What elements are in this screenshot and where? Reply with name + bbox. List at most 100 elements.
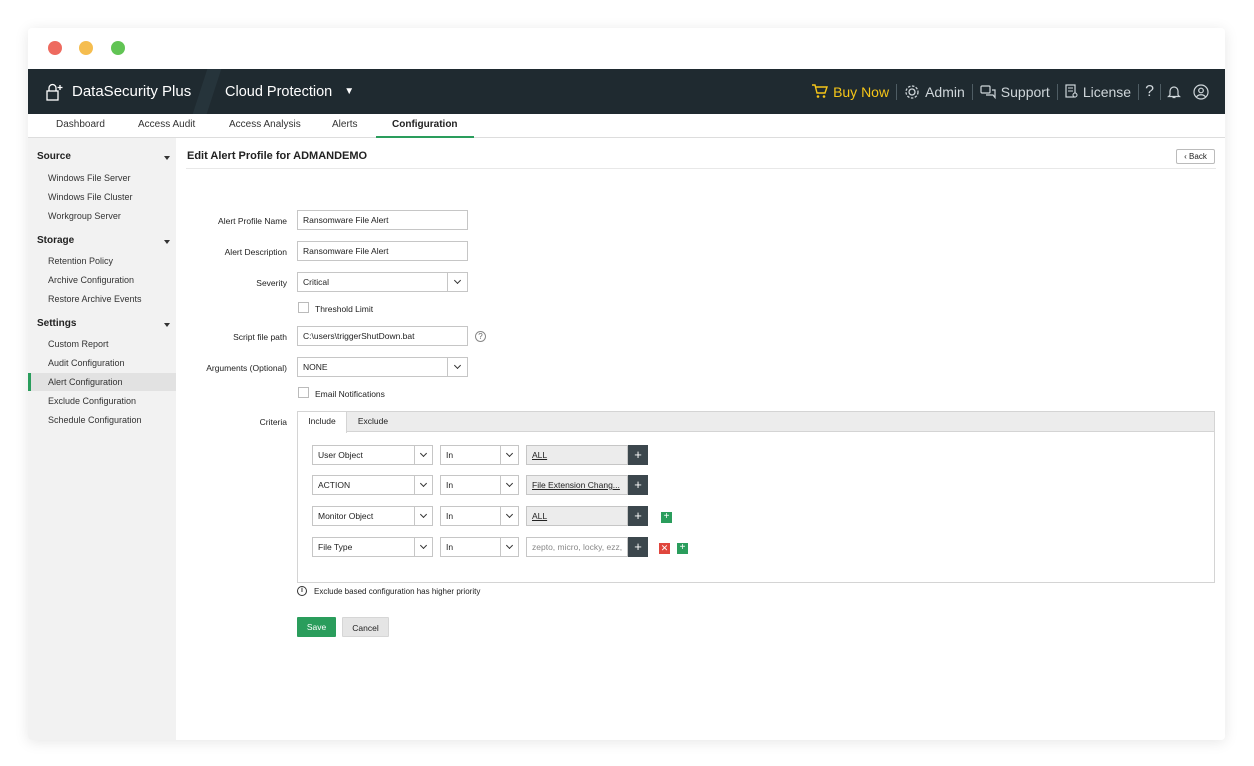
module-name: Cloud Protection	[225, 83, 333, 100]
tab-alerts[interactable]: Alerts	[332, 114, 358, 138]
back-label: Back	[1189, 152, 1207, 161]
save-button[interactable]: Save	[297, 617, 336, 637]
sidebar-item-alert-configuration[interactable]: Alert Configuration	[48, 377, 123, 387]
cart-icon	[812, 84, 829, 98]
bell-icon[interactable]	[1161, 84, 1187, 99]
sidebar-item-retention-policy[interactable]: Retention Policy	[48, 256, 113, 266]
criteria-operator-value: In	[446, 542, 454, 552]
add-value-button[interactable]: +	[628, 537, 648, 557]
help-icon[interactable]: ?	[1139, 83, 1160, 101]
help-icon[interactable]: ?	[475, 331, 486, 342]
chevron-down-icon	[447, 358, 467, 376]
criteria-operator-select[interactable]: In	[440, 506, 519, 526]
license-icon	[1065, 84, 1078, 98]
criteria-value-field[interactable]: File Extension Chang...	[526, 475, 628, 495]
top-bar: DataSecurity Plus Cloud Protection ▼ Buy…	[28, 69, 1225, 114]
priority-note: Exclude based configuration has higher p…	[314, 587, 481, 596]
criteria-tabs: Include Exclude	[298, 412, 1214, 433]
add-value-button[interactable]: +	[628, 445, 648, 465]
severity-value: Critical	[303, 277, 329, 287]
tab-include[interactable]: Include	[298, 412, 347, 433]
criteria-value-field[interactable]: ALL	[526, 445, 628, 465]
license-label: License	[1082, 83, 1132, 100]
criteria-field-select[interactable]: File Type	[312, 537, 433, 557]
threshold-label: Threshold Limit	[315, 304, 374, 314]
caret-down-icon: ▼	[344, 86, 355, 97]
add-value-button[interactable]: +	[628, 475, 648, 495]
description-input[interactable]: Ransomware File Alert	[297, 241, 468, 261]
admin-link[interactable]: Admin	[897, 84, 972, 100]
sidebar-item-audit-configuration[interactable]: Audit Configuration	[48, 358, 125, 368]
chevron-down-icon	[447, 273, 467, 291]
tab-configuration[interactable]: Configuration	[376, 114, 474, 138]
lock-icon	[46, 83, 63, 101]
sidebar-section-source[interactable]: Source	[37, 151, 71, 162]
chevron-down-icon	[414, 476, 432, 494]
sidebar-item-schedule-configuration[interactable]: Schedule Configuration	[48, 415, 142, 425]
tab-dashboard[interactable]: Dashboard	[56, 114, 105, 138]
sidebar-item-custom-report[interactable]: Custom Report	[48, 339, 109, 349]
criteria-field-select[interactable]: ACTION	[312, 475, 433, 495]
email-notifications-checkbox[interactable]	[298, 387, 309, 398]
sidebar-section-settings[interactable]: Settings	[37, 318, 76, 329]
main-nav: Dashboard Access Audit Access Analysis A…	[28, 114, 1225, 138]
severity-select[interactable]: Critical	[297, 272, 468, 292]
minimize-window-button[interactable]	[79, 41, 93, 55]
admin-label: Admin	[925, 83, 965, 100]
user-avatar-icon[interactable]	[1187, 83, 1215, 100]
tab-exclude[interactable]: Exclude	[347, 412, 399, 432]
license-link[interactable]: License	[1058, 84, 1138, 100]
chevron-down-icon	[500, 476, 518, 494]
criteria-field-value: ACTION	[318, 480, 351, 490]
back-button[interactable]: ‹ Back	[1176, 149, 1215, 164]
criteria-field-value: File Type	[318, 542, 353, 552]
main-content: Edit Alert Profile for ADMANDEMO ‹ Back …	[176, 138, 1225, 740]
add-row-button[interactable]: +	[661, 512, 672, 523]
support-link[interactable]: Support	[973, 84, 1057, 100]
sidebar-item-archive-configuration[interactable]: Archive Configuration	[48, 275, 134, 285]
criteria-operator-select[interactable]: In	[440, 537, 519, 557]
profile-name-input[interactable]: Ransomware File Alert	[297, 210, 468, 230]
module-switcher[interactable]: Cloud Protection ▼	[225, 69, 354, 114]
sidebar-item-exclude-configuration[interactable]: Exclude Configuration	[48, 396, 136, 406]
arguments-value: NONE	[303, 362, 328, 372]
sidebar-item-workgroup-server[interactable]: Workgroup Server	[48, 211, 121, 221]
sidebar-item-windows-file-server[interactable]: Windows File Server	[48, 173, 131, 183]
criteria-field-select[interactable]: User Object	[312, 445, 433, 465]
cancel-button[interactable]: Cancel	[342, 617, 389, 637]
close-window-button[interactable]	[48, 41, 62, 55]
chevron-down-icon	[414, 446, 432, 464]
chevron-down-icon	[414, 507, 432, 525]
window-titlebar	[28, 28, 1225, 69]
script-path-input[interactable]: C:\users\triggerShutDown.bat	[297, 326, 468, 346]
add-value-button[interactable]: +	[628, 506, 648, 526]
add-row-button[interactable]: +	[677, 543, 688, 554]
caret-down-icon[interactable]	[164, 240, 170, 244]
criteria-panel: Include Exclude User Object In ALL + ACT…	[297, 411, 1215, 583]
app-window: DataSecurity Plus Cloud Protection ▼ Buy…	[28, 28, 1225, 740]
criteria-field-value: Monitor Object	[318, 511, 374, 521]
info-icon: i	[297, 586, 307, 596]
criteria-value-field[interactable]: ALL	[526, 506, 628, 526]
threshold-checkbox[interactable]	[298, 302, 309, 313]
criteria-field-select[interactable]: Monitor Object	[312, 506, 433, 526]
criteria-operator-select[interactable]: In	[440, 475, 519, 495]
criteria-value-field[interactable]: zepto, micro, locky, ezz,	[526, 537, 628, 557]
profile-name-label: Alert Profile Name	[218, 216, 287, 226]
arguments-select[interactable]: NONE	[297, 357, 468, 377]
sidebar-section-storage[interactable]: Storage	[37, 235, 74, 246]
buy-now-link[interactable]: Buy Now	[804, 84, 896, 100]
maximize-window-button[interactable]	[111, 41, 125, 55]
tab-access-analysis[interactable]: Access Analysis	[229, 114, 301, 138]
arguments-label: Arguments (Optional)	[206, 363, 287, 373]
sidebar-item-restore-archive-events[interactable]: Restore Archive Events	[48, 294, 142, 304]
sidebar-item-windows-file-cluster[interactable]: Windows File Cluster	[48, 192, 133, 202]
caret-down-icon[interactable]	[164, 156, 170, 160]
criteria-operator-select[interactable]: In	[440, 445, 519, 465]
brand-logo[interactable]: DataSecurity Plus	[44, 69, 191, 114]
script-path-label: Script file path	[233, 332, 287, 342]
tab-access-audit[interactable]: Access Audit	[138, 114, 195, 138]
caret-down-icon[interactable]	[164, 323, 170, 327]
remove-row-button[interactable]: ✕	[659, 543, 670, 554]
page-title: Edit Alert Profile for ADMANDEMO	[187, 150, 368, 162]
